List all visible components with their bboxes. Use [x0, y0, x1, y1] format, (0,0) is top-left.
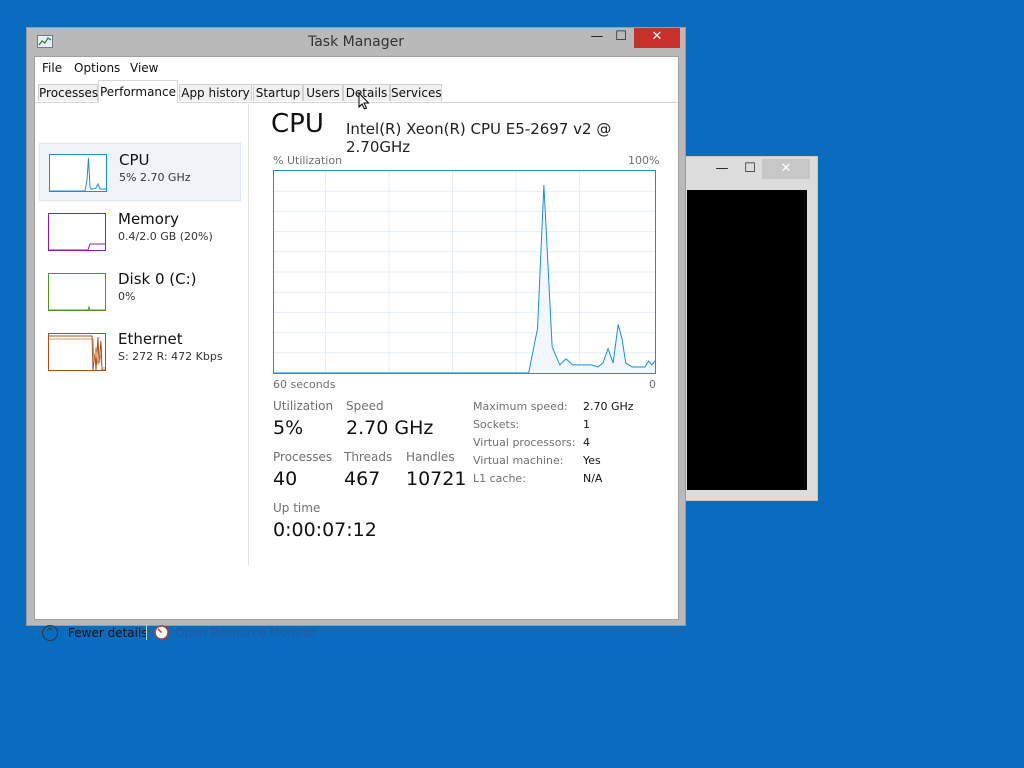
disk-thumbnail-graph — [48, 273, 106, 311]
tab-users[interactable]: Users — [303, 84, 343, 101]
resource-list: CPU 5% 2.70 GHz Memory 0.4/2.0 GB (20%) … — [35, 104, 249, 566]
threads-label: Threads — [344, 450, 393, 464]
virtual-processors-key: Virtual processors: — [473, 436, 576, 449]
fewer-details-link[interactable]: Fewer details — [68, 626, 148, 640]
tab-app-history[interactable]: App history — [179, 84, 252, 101]
resource-sub-ethernet: S: 272 R: 472 Kbps — [118, 350, 223, 363]
cpu-utilization-graph — [273, 170, 656, 374]
graph-time-zero-label: 0 — [649, 378, 656, 391]
utilization-label: Utilization — [273, 399, 334, 413]
l1-cache-value: N/A — [583, 472, 603, 485]
cpu-utilization-area — [274, 185, 655, 373]
uptime-value: 0:00:07:12 — [273, 519, 377, 541]
resource-monitor-icon[interactable] — [154, 625, 169, 640]
resource-name-memory: Memory — [118, 210, 180, 228]
processes-value: 40 — [273, 468, 298, 490]
menu-file[interactable]: File — [42, 61, 62, 75]
close-button[interactable]: ✕ — [634, 28, 680, 48]
resource-name-disk: Disk 0 (C:) — [118, 270, 197, 288]
tab-services[interactable]: Services — [390, 84, 442, 101]
back-close-button[interactable]: ✕ — [762, 159, 810, 179]
ethernet-thumbnail-graph — [48, 333, 106, 371]
resource-sub-disk: 0% — [118, 290, 136, 303]
cpu-thumbnail-graph — [49, 154, 107, 192]
mouse-cursor-icon — [358, 92, 370, 110]
tab-processes[interactable]: Processes — [38, 84, 98, 101]
resource-sub-cpu: 5% 2.70 GHz — [119, 171, 191, 184]
virtual-machine-value: Yes — [583, 454, 601, 467]
uptime-label: Up time — [273, 501, 321, 515]
cpu-heading: CPU — [271, 109, 324, 139]
title-bar[interactable]: Task Manager — ☐ ✕ — [27, 28, 685, 56]
sockets-value: 1 — [583, 418, 590, 431]
window-client: File Options View Processes Performance … — [34, 56, 679, 641]
open-resource-monitor-link[interactable]: Open Resource Monitor — [175, 626, 315, 640]
handles-value: 10721 — [406, 468, 467, 490]
l1-cache-key: L1 cache: — [473, 472, 526, 485]
resource-item-ethernet[interactable]: Ethernet S: 272 R: 472 Kbps — [39, 323, 241, 381]
max-speed-value: 2.70 GHz — [583, 400, 634, 413]
virtual-processors-value: 4 — [583, 436, 590, 449]
max-speed-key: Maximum speed: — [473, 400, 568, 413]
cpu-model-name: Intel(R) Xeon(R) CPU E5-2697 v2 @ 2.70GH… — [346, 120, 612, 156]
task-manager-window: Task Manager — ☐ ✕ File Options View Pro… — [26, 27, 686, 641]
footer-separator — [146, 624, 147, 640]
utilization-value: 5% — [273, 417, 304, 439]
resource-item-disk[interactable]: Disk 0 (C:) 0% — [39, 263, 241, 321]
resource-sub-memory: 0.4/2.0 GB (20%) — [118, 230, 213, 243]
tab-strip: Processes Performance App history Startu… — [35, 80, 678, 103]
utilization-max-label: 100% — [628, 154, 660, 167]
tab-startup[interactable]: Startup — [253, 84, 303, 101]
footer-bar: ^ Fewer details Open Resource Monitor — [35, 605, 678, 645]
resource-name-cpu: CPU — [119, 151, 150, 169]
virtual-machine-key: Virtual machine: — [473, 454, 564, 467]
handles-label: Handles — [406, 450, 455, 464]
processes-label: Processes — [273, 450, 333, 464]
background-window[interactable]: — ☐ ✕ — [684, 156, 818, 501]
speed-value: 2.70 GHz — [346, 417, 434, 439]
utilization-axis-label: % Utilization — [273, 154, 343, 167]
graph-time-span-label: 60 seconds — [273, 378, 336, 391]
minimize-button[interactable]: — — [583, 28, 611, 48]
menu-options[interactable]: Options — [74, 61, 120, 75]
threads-value: 467 — [344, 468, 381, 490]
menu-view[interactable]: View — [130, 61, 158, 75]
memory-thumbnail-graph — [48, 213, 106, 251]
resource-item-cpu[interactable]: CPU 5% 2.70 GHz — [39, 143, 241, 201]
sockets-key: Sockets: — [473, 418, 520, 431]
chevron-up-icon[interactable]: ^ — [42, 625, 58, 641]
resource-name-ethernet: Ethernet — [118, 330, 183, 348]
back-maximize-button[interactable]: ☐ — [735, 159, 765, 179]
cpu-utilization-line — [274, 185, 655, 373]
back-minimize-button[interactable]: — — [707, 159, 737, 179]
maximize-button[interactable]: ☐ — [611, 28, 631, 48]
menu-bar: File Options View — [35, 57, 678, 79]
back-window-content — [687, 190, 807, 490]
tab-performance[interactable]: Performance — [98, 80, 178, 103]
cpu-detail-pane: CPU Intel(R) Xeon(R) CPU E5-2697 v2 @ 2.… — [249, 104, 679, 566]
speed-label: Speed — [346, 399, 384, 413]
resource-item-memory[interactable]: Memory 0.4/2.0 GB (20%) — [39, 203, 241, 261]
